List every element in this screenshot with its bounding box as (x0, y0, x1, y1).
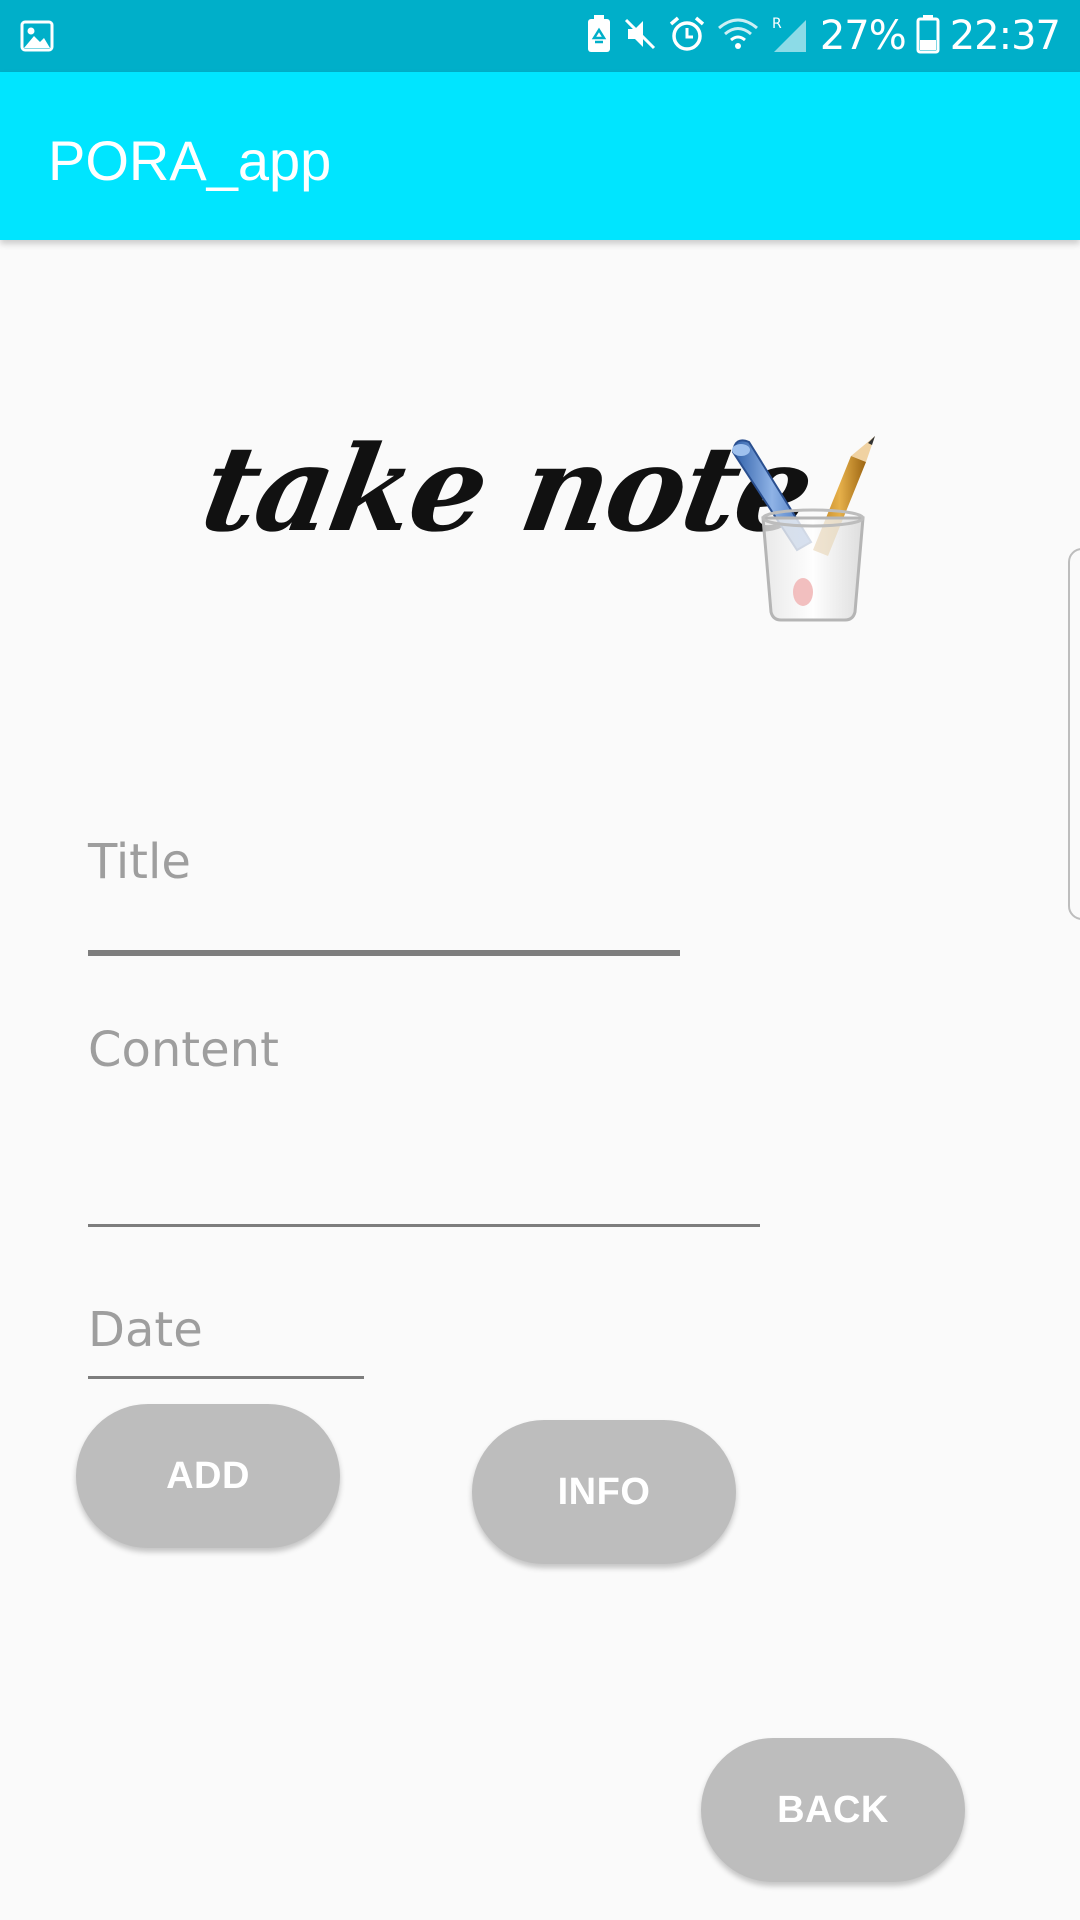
app-title: PORA_app (48, 129, 332, 192)
title-underline (88, 950, 680, 956)
signal-icon: R (770, 14, 810, 59)
back-button[interactable]: BACK (701, 1738, 965, 1882)
date-placeholder: Date (88, 1302, 203, 1358)
add-button[interactable]: ADD (76, 1404, 340, 1548)
svg-text:R: R (772, 16, 782, 32)
wifi-icon (716, 16, 760, 57)
content-field[interactable]: Content (88, 1016, 760, 1230)
mute-icon (622, 16, 658, 57)
info-button[interactable]: INFO (472, 1420, 736, 1564)
app-bar: PORA_app (0, 72, 1080, 240)
title-placeholder: Title (88, 834, 191, 890)
hero-logo: take note (193, 419, 822, 558)
battery-icon (916, 14, 940, 59)
status-icons: R 27% 22:37 (586, 0, 1061, 72)
pen-pencil-cup-icon (725, 432, 885, 627)
alarm-icon (668, 15, 706, 58)
battery-saver-icon (586, 14, 612, 59)
date-field[interactable]: Date (88, 1300, 364, 1382)
title-field[interactable]: Title (88, 830, 680, 958)
status-bar: R 27% 22:37 (0, 0, 1080, 72)
content-placeholder: Content (88, 1022, 279, 1078)
gallery-icon (20, 20, 54, 57)
battery-percent: 27% (819, 13, 907, 59)
status-time: 22:37 (949, 13, 1061, 59)
edge-panel-handle[interactable] (1068, 548, 1080, 920)
date-underline (88, 1376, 364, 1379)
content-underline (88, 1224, 760, 1227)
